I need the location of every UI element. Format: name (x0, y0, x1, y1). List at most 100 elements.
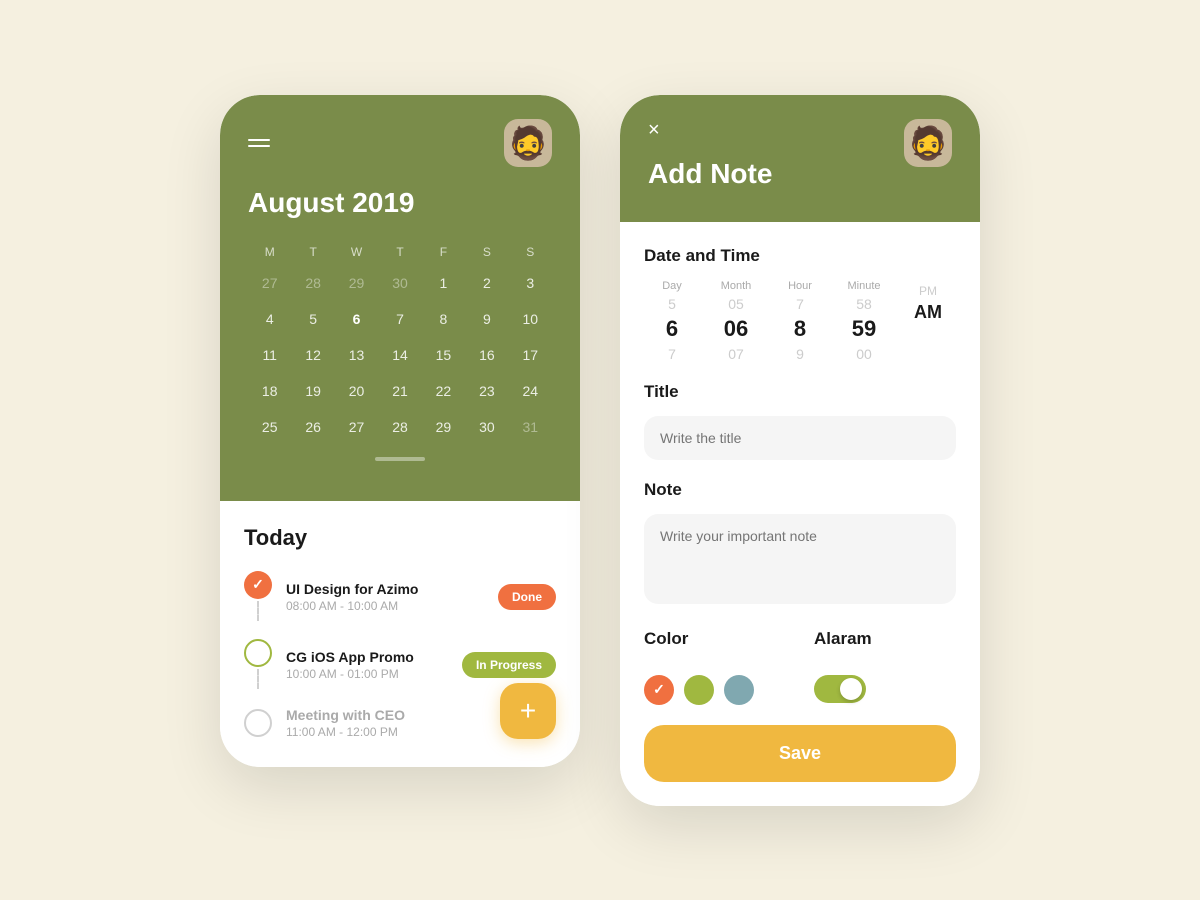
note-header: × Add Note 🧔 (620, 95, 980, 222)
color-dot-orange[interactable] (644, 675, 674, 705)
calendar-grid: M T W T F S S 27 28 29 30 1 2 3 4 5 6 7 (248, 239, 552, 445)
minute-value[interactable]: 59 (852, 316, 876, 342)
cal-day[interactable]: 29 (335, 265, 378, 301)
cal-day[interactable]: 3 (509, 265, 552, 301)
task-content-2: CG iOS App Promo 10:00 AM - 01:00 PM (286, 649, 448, 681)
add-note-title: Add Note (648, 158, 772, 190)
task-indicator-1: ✓ (244, 571, 272, 623)
cal-day[interactable]: 4 (248, 301, 291, 337)
task-time: 10:00 AM - 01:00 PM (286, 667, 448, 681)
task-badge-done: Done (498, 584, 556, 610)
month-col: Month 05 06 07 (708, 280, 764, 362)
cal-day[interactable]: 23 (465, 373, 508, 409)
hour-value[interactable]: 8 (794, 316, 806, 342)
color-label: Color (644, 629, 754, 649)
cal-day[interactable]: 5 (291, 301, 334, 337)
minute-col-label: Minute (847, 280, 880, 292)
cal-day[interactable]: 30 (465, 409, 508, 445)
day-above: 5 (668, 296, 676, 312)
avatar[interactable]: 🧔 (504, 119, 552, 167)
minute-col: Minute 58 59 00 (836, 280, 892, 362)
task-item-2: CG iOS App Promo 10:00 AM - 01:00 PM In … (244, 639, 556, 691)
day-below: 7 (668, 346, 676, 362)
alarm-label: Alaram (814, 629, 872, 649)
color-dot-blue[interactable] (724, 675, 754, 705)
datetime-section: Date and Time Day 5 6 7 Month 05 06 07 (644, 246, 956, 362)
save-button[interactable]: Save (644, 725, 956, 782)
title-input[interactable] (644, 416, 956, 460)
task-list: ✓ UI Design for Azimo 08:00 AM - 10:00 A… (244, 571, 556, 739)
note-section: Note (644, 480, 956, 609)
cal-day-selected[interactable]: 6 (335, 301, 378, 337)
color-dots (644, 675, 754, 705)
task-indicator-2 (244, 639, 272, 691)
cal-day[interactable]: 17 (509, 337, 552, 373)
avatar-note[interactable]: 🧔 (904, 119, 952, 167)
header-top: 🧔 (248, 119, 552, 167)
cal-day[interactable]: 14 (378, 337, 421, 373)
month-value[interactable]: 06 (724, 316, 748, 342)
task-indicator-3 (244, 709, 272, 737)
hour-col: Hour 7 8 9 (772, 280, 828, 362)
day-value[interactable]: 6 (666, 316, 678, 342)
cal-day[interactable]: 7 (378, 301, 421, 337)
task-dot-in-progress (244, 639, 272, 667)
cal-day[interactable]: 22 (422, 373, 465, 409)
month-col-label: Month (721, 280, 752, 292)
cal-day[interactable]: 27 (335, 409, 378, 445)
task-item-3: Meeting with CEO 11:00 AM - 12:00 PM + (244, 707, 556, 739)
calendar-phone-card: 🧔 August 2019 M T W T F S S 27 28 29 30 … (220, 95, 580, 767)
cal-day[interactable]: 25 (248, 409, 291, 445)
day-col-label: Day (662, 280, 682, 292)
hour-col-label: Hour (788, 280, 812, 292)
datetime-cols: Day 5 6 7 Month 05 06 07 Hour (644, 280, 956, 362)
fab-button[interactable]: + (500, 683, 556, 739)
alarm-section: Alaram (814, 629, 872, 705)
minute-above: 58 (856, 296, 872, 312)
cal-day[interactable]: 9 (465, 301, 508, 337)
alarm-toggle[interactable] (814, 675, 866, 703)
ampm-value[interactable]: AM (914, 302, 942, 323)
cal-day[interactable]: 10 (509, 301, 552, 337)
cal-day[interactable]: 8 (422, 301, 465, 337)
title-label: Title (644, 382, 956, 402)
note-textarea[interactable] (644, 514, 956, 604)
cal-day[interactable]: 28 (291, 265, 334, 301)
task-dot-done: ✓ (244, 571, 272, 599)
cal-day[interactable]: 1 (422, 265, 465, 301)
menu-icon[interactable] (248, 139, 270, 147)
month-below: 07 (728, 346, 744, 362)
cal-day[interactable]: 28 (378, 409, 421, 445)
color-dot-green[interactable] (684, 675, 714, 705)
datetime-label: Date and Time (644, 246, 956, 266)
cal-day[interactable]: 15 (422, 337, 465, 373)
cal-header-f: F (422, 239, 465, 265)
cal-day[interactable]: 29 (422, 409, 465, 445)
cal-day[interactable]: 19 (291, 373, 334, 409)
scroll-bar (375, 457, 425, 461)
toggle-container (814, 675, 872, 703)
cal-day[interactable]: 12 (291, 337, 334, 373)
cal-day[interactable]: 26 (291, 409, 334, 445)
toggle-knob (840, 678, 862, 700)
cal-day[interactable]: 30 (378, 265, 421, 301)
today-title: Today (244, 525, 556, 551)
cal-day[interactable]: 11 (248, 337, 291, 373)
cal-header-m: M (248, 239, 291, 265)
title-section: Title (644, 382, 956, 460)
avatar-image-note: 🧔 (908, 127, 948, 159)
hour-below: 9 (796, 346, 804, 362)
cal-day[interactable]: 21 (378, 373, 421, 409)
cal-day[interactable]: 2 (465, 265, 508, 301)
cal-day[interactable]: 20 (335, 373, 378, 409)
close-button[interactable]: × (648, 119, 660, 142)
cal-day[interactable]: 13 (335, 337, 378, 373)
cal-day[interactable]: 31 (509, 409, 552, 445)
note-label: Note (644, 480, 956, 500)
color-section: Color (644, 629, 754, 705)
task-item-1: ✓ UI Design for Azimo 08:00 AM - 10:00 A… (244, 571, 556, 623)
cal-day[interactable]: 27 (248, 265, 291, 301)
cal-day[interactable]: 24 (509, 373, 552, 409)
cal-day[interactable]: 16 (465, 337, 508, 373)
cal-day[interactable]: 18 (248, 373, 291, 409)
